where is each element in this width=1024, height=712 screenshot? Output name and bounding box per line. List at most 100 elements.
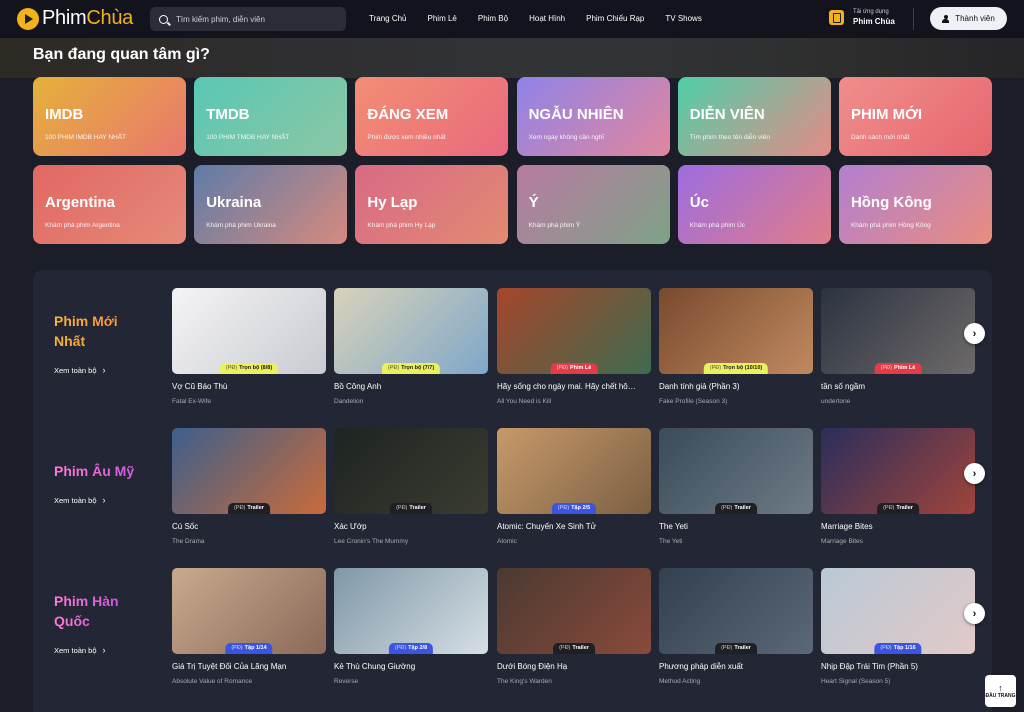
movie-title[interactable]: Giá Trị Tuyệt Đối Của Lãng Mạn <box>172 662 317 671</box>
movie-poster[interactable]: (PĐ) Trọn bộ (8/8) <box>172 288 326 374</box>
topic-card[interactable]: Argentina Khám phá phim Argentina <box>33 165 186 244</box>
movie-poster[interactable]: (PĐ) Trailer <box>334 428 488 514</box>
topic-card[interactable]: IMDB 100 PHIM IMDB HAY NHẤT <box>33 77 186 156</box>
topic-card[interactable]: Ý Khám phá phim Ý <box>516 165 670 244</box>
nav-item-movies[interactable]: Phim Lẻ <box>428 14 457 23</box>
back-to-top-label: ĐẦU TRANG <box>985 692 1016 699</box>
download-app-link[interactable]: Tải ứng dụng Phim Chùa <box>829 9 895 26</box>
movie-title[interactable]: Danh tính giả (Phần 3) <box>659 382 804 391</box>
movie-title[interactable]: Cú Sốc <box>172 522 317 531</box>
nav-item-animation[interactable]: Hoạt Hình <box>529 14 565 23</box>
badge-text: Trailer <box>896 505 913 511</box>
movie-card[interactable]: (PĐ) Phim Lẻ tần số ngầm undertone <box>821 288 975 405</box>
topic-title: ĐÁNG XEM <box>367 106 449 123</box>
movie-poster[interactable]: (PĐ) Trailer <box>659 428 813 514</box>
movie-title[interactable]: Dưới Bóng Điện Hạ <box>497 662 642 671</box>
episode-badge: (PĐ) Tập 1/14 <box>225 643 273 654</box>
row-header: Phim Âu Mỹ Xem toàn bộ › <box>54 461 164 505</box>
movie-title[interactable]: tần số ngầm <box>821 382 966 391</box>
movie-card[interactable]: (PĐ) Trailer Cú Sốc The Drama <box>172 428 326 545</box>
movie-card[interactable]: (PĐ) Trọn bộ (7/7) Bồ Công Anh Dandelion <box>334 288 488 405</box>
movie-title[interactable]: The Yeti <box>659 522 804 531</box>
episode-badge: (PĐ) Trọn bộ (10/10) <box>703 363 769 374</box>
topic-card[interactable]: Ukraina Khám phá phim Ukraina <box>194 165 348 244</box>
row-title: Phim Mới Nhất <box>54 311 132 351</box>
topic-title: Ý <box>528 194 539 211</box>
movie-poster[interactable]: (PĐ) Trailer <box>497 568 651 654</box>
topic-card[interactable]: NGẪU NHIÊN Xem ngay không cần nghĩ <box>516 77 670 156</box>
episode-badge: (PĐ) Phim Lẻ <box>550 363 598 374</box>
view-all-link[interactable]: Xem toàn bộ › <box>54 365 164 375</box>
row-next-button[interactable]: › <box>964 603 985 624</box>
topic-card[interactable]: ĐÁNG XEM Phim được xem nhiều nhất <box>355 77 509 156</box>
movie-card[interactable]: (PĐ) Trailer Dưới Bóng Điện Hạ The King's W… <box>497 568 651 685</box>
topic-card[interactable]: Hy Lạp Khám phá phim Hy Lạp <box>355 165 509 244</box>
episode-badge: (PĐ) Trailer <box>390 503 432 514</box>
movie-title[interactable]: Hãy sống cho ngày mai. Hãy chết hôm nay. <box>497 382 642 391</box>
row-next-button[interactable]: › <box>964 463 985 484</box>
nav-item-home[interactable]: Trang Chủ <box>369 14 407 23</box>
movie-title[interactable]: Nhịp Đập Trái Tim (Phần 5) <box>821 662 966 671</box>
movie-poster[interactable]: (PĐ) Trailer <box>172 428 326 514</box>
row-header: Phim Mới Nhất Xem toàn bộ › <box>54 311 164 375</box>
view-all-link[interactable]: Xem toàn bộ › <box>54 495 164 505</box>
search-input[interactable] <box>176 14 336 24</box>
movie-poster[interactable]: (PĐ) Phim Lẻ <box>497 288 651 374</box>
movie-original-title: The King's Warden <box>497 678 552 685</box>
movie-card[interactable]: (PĐ) Phim Lẻ Hãy sống cho ngày mai. Hãy ch… <box>497 288 651 405</box>
movie-card[interactable]: (PĐ) Tập 2/5 Atomic: Chuyến Xe Sinh Tử Atom… <box>497 428 651 545</box>
back-to-top-button[interactable]: ↑ ĐẦU TRANG <box>985 675 1016 707</box>
movie-title[interactable]: Xác Ướp <box>334 522 479 531</box>
movie-title[interactable]: Bồ Công Anh <box>334 382 479 391</box>
movie-card[interactable]: (PĐ) Trọn bộ (8/8) Vợ Cũ Báo Thù Fatal Ex-W… <box>172 288 326 405</box>
topic-card[interactable]: TMDB 100 PHIM TMDB HAY NHẤT <box>194 77 348 156</box>
movie-poster[interactable]: (PĐ) Phim Lẻ <box>821 288 975 374</box>
movie-card[interactable]: (PĐ) Tập 1/14 Giá Trị Tuyệt Đối Của Lãng M… <box>172 568 326 685</box>
topic-card[interactable]: Hồng Kông Khám phá phim Hồng Kông <box>838 165 992 244</box>
movie-card[interactable]: (PĐ) Tập 1/16 Nhịp Đập Trái Tim (Phần 5) He… <box>821 568 975 685</box>
nav-item-cinema[interactable]: Phim Chiếu Rạp <box>586 14 644 23</box>
nav-item-tvshows[interactable]: TV Shows <box>665 14 701 23</box>
movie-card[interactable]: (PĐ) Trailer Marriage Bites Marriage Bites <box>821 428 975 545</box>
view-all-label: Xem toàn bộ <box>54 645 97 655</box>
movie-original-title: Marriage Bites <box>821 538 863 545</box>
episode-badge: (PĐ) Trailer <box>715 643 757 654</box>
movie-poster[interactable]: (PĐ) Tập 1/16 <box>821 568 975 654</box>
badge-text: Trọn bộ (10/10) <box>723 365 763 371</box>
view-all-link[interactable]: Xem toàn bộ › <box>54 645 164 655</box>
movie-poster[interactable]: (PĐ) Trailer <box>821 428 975 514</box>
search-box[interactable] <box>150 7 346 31</box>
topic-card[interactable]: PHIM MỚI Danh sách mới nhất <box>838 77 992 156</box>
movie-title[interactable]: Vợ Cũ Báo Thù <box>172 382 317 391</box>
movie-card[interactable]: (PĐ) Tập 2/8 Kẻ Thù Chung Giường Reverse <box>334 568 488 685</box>
user-icon <box>942 14 950 23</box>
topic-card[interactable]: DIỄN VIÊN Tìm phim theo tên diễn viên <box>677 77 831 156</box>
movie-poster[interactable]: (PĐ) Trọn bộ (7/7) <box>334 288 488 374</box>
row-next-button[interactable]: › <box>964 323 985 344</box>
movie-title[interactable]: Kẻ Thù Chung Giường <box>334 662 479 671</box>
movie-title[interactable]: Phương pháp diễn xuất <box>659 662 804 671</box>
site-logo[interactable]: PhimChùa <box>17 7 133 30</box>
movie-poster[interactable]: (PĐ) Tập 2/8 <box>334 568 488 654</box>
movie-card[interactable]: (PĐ) Trailer Xác Ướp Lee Cronin's The Mummy <box>334 428 488 545</box>
movie-title[interactable]: Atomic: Chuyến Xe Sinh Tử <box>497 522 642 531</box>
episode-badge: (PĐ) Trailer <box>553 643 595 654</box>
topic-card[interactable]: Úc Khám phá phim Úc <box>677 165 831 244</box>
movie-poster[interactable]: (PĐ) Trọn bộ (10/10) <box>659 288 813 374</box>
row-title: Phim Hàn Quốc <box>54 591 132 631</box>
episode-badge: (PĐ) Phim Lẻ <box>874 363 922 374</box>
member-button[interactable]: Thành viên <box>930 7 1007 30</box>
nav-item-series[interactable]: Phim Bộ <box>478 14 508 23</box>
movie-poster[interactable]: (PĐ) Tập 1/14 <box>172 568 326 654</box>
dub-label: (PĐ) <box>396 505 408 511</box>
dub-label: (PĐ) <box>880 645 892 651</box>
movie-title[interactable]: Marriage Bites <box>821 522 966 531</box>
movie-card[interactable]: (PĐ) Trailer The Yeti The Yeti <box>659 428 813 545</box>
movie-poster[interactable]: (PĐ) Trailer <box>659 568 813 654</box>
badge-text: Tập 2/5 <box>571 505 591 511</box>
dub-label: (PĐ) <box>883 505 895 511</box>
movie-card[interactable]: (PĐ) Trailer Phương pháp diễn xuất Method A… <box>659 568 813 685</box>
movie-card[interactable]: (PĐ) Trọn bộ (10/10) Danh tính giả (Phần 3… <box>659 288 813 405</box>
dub-label: (PĐ) <box>709 365 722 371</box>
movie-poster[interactable]: (PĐ) Tập 2/5 <box>497 428 651 514</box>
